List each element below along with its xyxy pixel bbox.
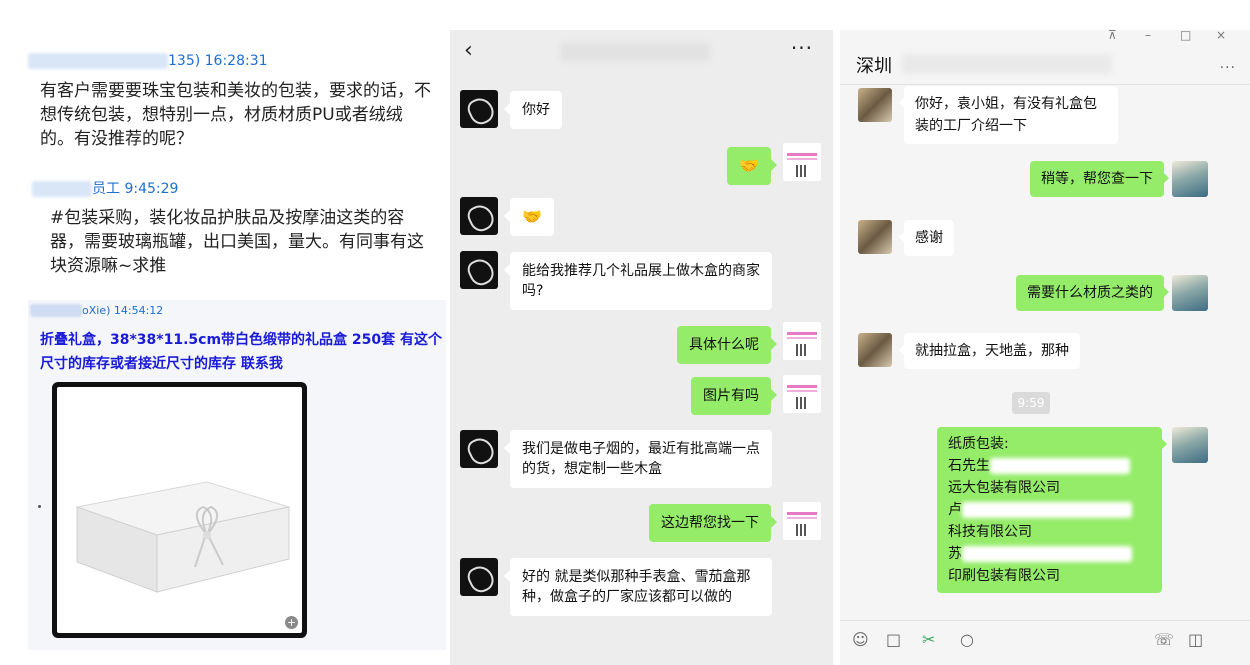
incoming-message: 我们是做电子烟的，最近有批高端一点的货，想定制一些木盒 xyxy=(504,430,772,488)
list-line: 卢 xyxy=(948,499,1151,521)
outgoing-message: 这边帮您找一下 xyxy=(649,504,777,542)
my-avatar[interactable] xyxy=(1172,275,1208,311)
list-line: 苏 xyxy=(948,543,1151,565)
list-line: 远大包装有限公司 xyxy=(948,480,1060,496)
list-line: 石先生 xyxy=(948,455,1151,477)
list-heading: 纸质包装: xyxy=(948,436,1009,452)
contact-name-redacted xyxy=(560,42,710,62)
chat-title-redacted xyxy=(902,54,1112,74)
outgoing-message: 需要什么材质之类的 xyxy=(1016,275,1169,311)
more-options-icon[interactable]: ··· xyxy=(1220,60,1236,76)
incoming-message: 感谢 xyxy=(899,220,954,256)
contact-avatar[interactable] xyxy=(858,333,892,367)
outgoing-message: 图片有吗 xyxy=(691,377,777,415)
more-options-icon[interactable]: ··· xyxy=(791,36,813,60)
message-text: 折叠礼盒，38*38*11.5cm带白色缎带的礼品盒 250套 有这个尺寸的库存… xyxy=(40,332,443,372)
my-avatar[interactable] xyxy=(783,322,821,360)
my-avatar[interactable] xyxy=(783,502,821,540)
contact-avatar[interactable] xyxy=(460,558,498,596)
phone-icon[interactable]: ☏ xyxy=(1154,630,1174,649)
contact-avatar[interactable] xyxy=(460,430,498,468)
minimize-icon[interactable]: – xyxy=(1145,30,1151,42)
contact-avatar[interactable] xyxy=(460,251,498,289)
my-avatar[interactable] xyxy=(783,375,821,413)
outgoing-message: 稍等，帮您查一下 xyxy=(1030,161,1169,197)
contact-avatar[interactable] xyxy=(858,88,892,122)
white-gift-box-illustration xyxy=(75,481,290,593)
video-icon[interactable]: ◫ xyxy=(1188,630,1203,649)
contact-avatar[interactable] xyxy=(460,197,498,235)
scissors-icon[interactable]: ✂ xyxy=(922,630,935,649)
list-line: 印刷包装有限公司 xyxy=(948,568,1060,584)
list-line: 科技有限公司 xyxy=(948,524,1032,540)
incoming-message: 🤝 xyxy=(504,198,554,236)
maximize-icon[interactable]: □ xyxy=(1180,30,1191,42)
outgoing-message: 具体什么呢 xyxy=(677,326,777,364)
message-text: #包装采购，装化妆品护肤品及按摩油这类的容器，需要玻璃瓶罐，出口美国，量大。有同… xyxy=(50,208,424,276)
chat-header: ‹ ··· xyxy=(450,30,833,76)
qq-group-chat-panel: 135) 16:28:31 有客户需要要珠宝包装和美妆的包装，要求的话，不想传统… xyxy=(0,0,450,665)
close-icon[interactable]: × xyxy=(1216,30,1226,42)
contact-avatar[interactable] xyxy=(460,90,498,128)
my-avatar[interactable] xyxy=(783,143,821,181)
outgoing-contact-list-message: 纸质包装: 石先生 远大包装有限公司 卢 科技有限公司 苏 印刷包装有限公司 xyxy=(937,427,1167,593)
contact-avatar[interactable] xyxy=(858,220,892,254)
incoming-message: 好的 就是类似那种手表盒、雪茄盒那种，做盒子的厂家应该都可以做的 xyxy=(504,558,772,616)
my-avatar[interactable] xyxy=(1172,427,1208,463)
header-divider xyxy=(840,84,1250,85)
smile-icon[interactable]: ☺ xyxy=(852,630,869,649)
outgoing-message: 🤝 xyxy=(727,147,777,185)
my-avatar[interactable] xyxy=(1172,161,1208,197)
chat-title: 深圳 xyxy=(856,56,892,77)
chat-icon[interactable]: ○ xyxy=(960,630,974,649)
pin-icon[interactable]: ⊼ xyxy=(1108,30,1117,42)
incoming-message: 你好，袁小姐，有没有礼盒包装的工厂介绍一下 xyxy=(899,86,1118,144)
screenshot-collage: 135) 16:28:31 有客户需要要珠宝包装和美妆的包装，要求的话，不想传统… xyxy=(0,0,1250,665)
zoom-icon[interactable]: + xyxy=(285,616,298,629)
message-sender-line: oXie) 14:54:12 xyxy=(30,304,163,317)
incoming-message: 能给我推荐几个礼品展上做木盒的商家吗? xyxy=(504,252,772,310)
back-chevron-icon[interactable]: ‹ xyxy=(464,38,473,63)
message-sender-line: 员工 9:45:29 xyxy=(32,178,178,198)
incoming-message: 就抽拉盒，天地盖，那种 xyxy=(899,333,1080,369)
folder-icon[interactable]: □ xyxy=(886,630,901,649)
wechat-desktop-chat-panel: ⊼ – □ × 深圳 ··· 你好，袁小姐，有没有礼盒包装的工厂介绍一下 稍等，… xyxy=(840,30,1250,665)
timestamp: 9:59 xyxy=(1012,392,1050,414)
gift-box-image[interactable]: + xyxy=(52,382,307,638)
incoming-message: 你好 xyxy=(504,91,562,129)
sender-time: 员工 9:45:29 xyxy=(92,181,179,197)
message-sender-line: 135) 16:28:31 xyxy=(28,53,268,69)
bullet-dot xyxy=(38,505,41,508)
input-divider xyxy=(840,620,1250,621)
message-text: 有客户需要要珠宝包装和美妆的包装，要求的话，不想传统包装，想特别一点，材质材质P… xyxy=(40,81,431,149)
sender-time: 135) 16:28:31 xyxy=(168,53,268,69)
sender-time: oXie) 14:54:12 xyxy=(82,304,164,317)
wechat-mobile-chat-panel: ‹ ··· 你好 🤝 🤝 能给我推荐几个礼品展上做木盒的商家吗? 具体什么呢 图… xyxy=(450,30,833,665)
